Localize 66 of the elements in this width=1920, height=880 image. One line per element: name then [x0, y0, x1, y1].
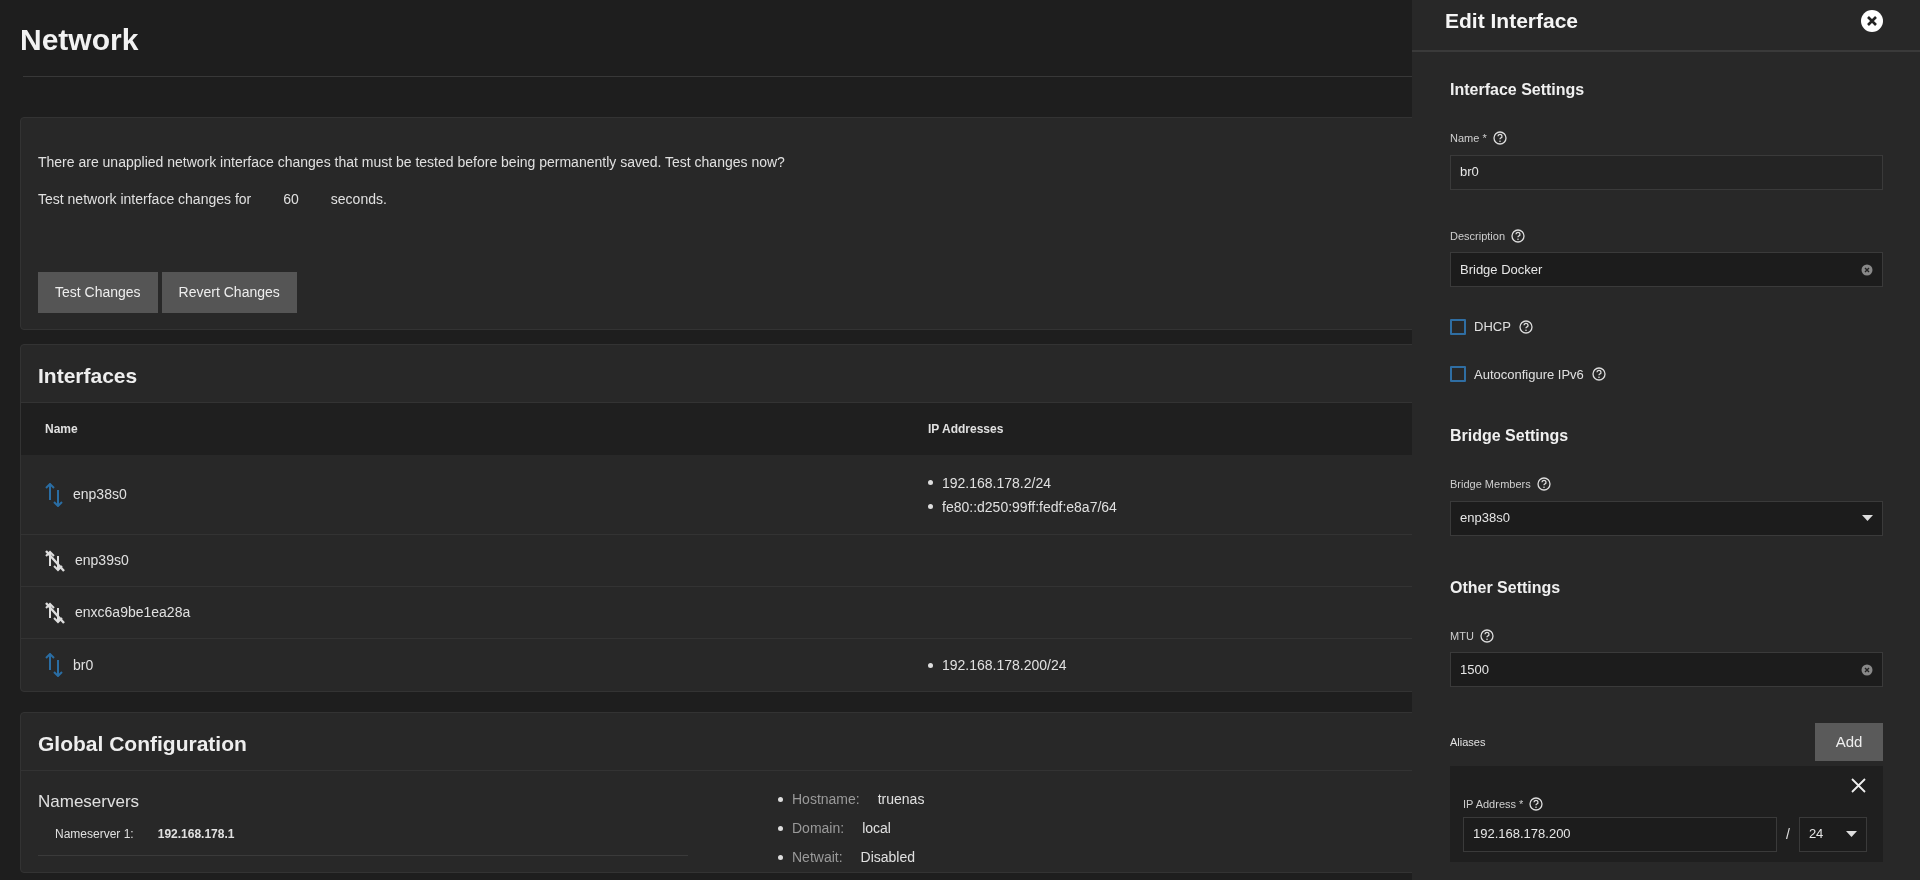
setting-value: Disabled [860, 848, 916, 868]
field-label: Name * [1450, 131, 1487, 146]
aliases-label: Aliases [1450, 734, 1486, 750]
bullet-icon [928, 662, 933, 668]
clear-icon[interactable] [1861, 263, 1873, 276]
nameserver-value: 192.168.178.1 [157, 825, 235, 843]
bullet-icon [778, 826, 783, 832]
setting-value: truenas [877, 790, 925, 810]
setting-label: Hostname: [792, 790, 860, 810]
field-label: Bridge Members [1450, 477, 1531, 492]
checkbox[interactable] [1450, 366, 1466, 383]
changes-message: There are unapplied network interface changes that must be tested before being permanently saved. Test changes now? [38, 154, 785, 170]
revert-changes-button[interactable]: Revert Changes [161, 272, 297, 313]
interface-name: enp38s0 [73, 485, 127, 505]
section-heading: Interface Settings [1450, 80, 1586, 100]
field-label: MTU [1450, 628, 1474, 644]
column-header: Name [45, 421, 78, 439]
ip-address: 192.168.178.200/24 [942, 656, 1067, 676]
bullet-icon [928, 504, 933, 510]
interface-name: br0 [73, 655, 94, 675]
separator: / [1786, 824, 1790, 844]
page-title: Network [20, 22, 139, 58]
setting-label: Domain: [792, 819, 845, 839]
bullet-icon [928, 480, 933, 486]
help-icon[interactable] [1479, 628, 1494, 643]
caret-icon [1862, 515, 1873, 521]
input-field[interactable]: br0 [1450, 154, 1883, 190]
field-label: Description [1450, 228, 1506, 244]
ip-address: fe80::d250:99ff:fedf:e8a7/64 [942, 497, 1117, 517]
close-icon[interactable] [1861, 10, 1883, 32]
select-field[interactable]: enp38s0 [1450, 500, 1883, 536]
add-button[interactable]: Add [1815, 723, 1883, 761]
select-field[interactable]: 24 [1798, 816, 1867, 852]
subsection-title: Nameservers [38, 791, 141, 814]
field-label: IP Address * [1463, 797, 1524, 812]
input-field[interactable]: 192.168.178.200 [1463, 816, 1777, 852]
ip-address: 192.168.178.2/24 [942, 473, 1051, 493]
setting-value: local [862, 819, 891, 839]
test-changes-button[interactable]: Test Changes [38, 272, 158, 313]
help-icon[interactable] [1591, 367, 1606, 382]
input-field[interactable]: Bridge Docker [1450, 252, 1883, 287]
bullet-icon [778, 797, 783, 803]
section-heading: Bridge Settings [1450, 426, 1570, 446]
test-duration-label: Test network interface changes for [38, 190, 252, 209]
nameserver-label: Nameserver 1: [55, 825, 134, 843]
checkbox[interactable] [1450, 318, 1466, 335]
help-icon[interactable] [1518, 319, 1533, 334]
checkbox-label: DHCP [1474, 318, 1511, 336]
interface-name: enxc6a9be1ea28a [75, 603, 191, 623]
seconds-value: 60 [283, 190, 299, 209]
input-field[interactable]: 1500 [1450, 652, 1883, 687]
interface-name: enp39s0 [75, 551, 129, 571]
section-heading: Other Settings [1450, 577, 1562, 598]
panel-title: Edit Interface [1445, 8, 1579, 35]
bullet-icon [778, 855, 783, 861]
help-icon[interactable] [1492, 131, 1507, 146]
help-icon[interactable] [1536, 477, 1551, 492]
column-header: IP Addresses [928, 422, 1004, 437]
help-icon[interactable] [1529, 797, 1544, 812]
seconds-label: seconds. [330, 190, 387, 209]
caret-icon [1845, 831, 1857, 837]
checkbox-label: Autoconfigure IPv6 [1474, 365, 1584, 384]
help-icon[interactable] [1511, 228, 1526, 243]
setting-label: Netwait: [792, 848, 843, 868]
close-icon[interactable] [1851, 778, 1866, 793]
clear-icon[interactable] [1861, 663, 1873, 676]
